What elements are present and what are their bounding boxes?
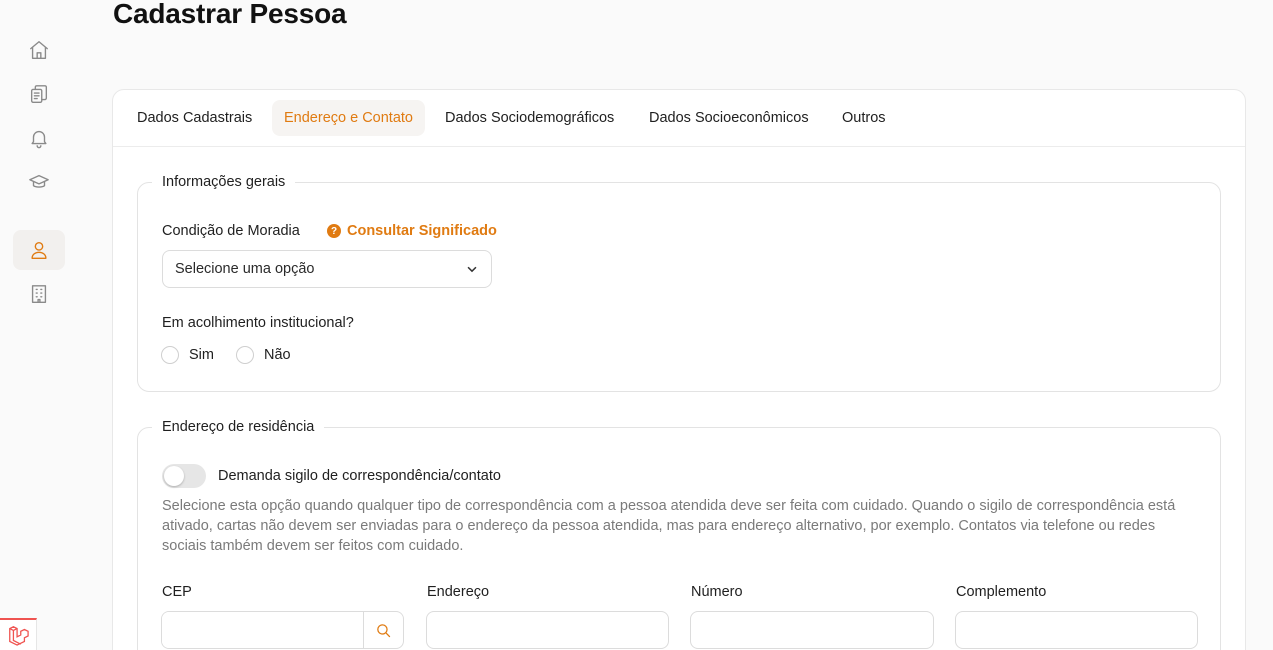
user-icon (31, 241, 47, 259)
housing-condition-select[interactable]: Selecione uma opção (162, 250, 492, 288)
sidebar-item-institutions[interactable] (13, 274, 65, 314)
street-input[interactable] (426, 611, 669, 649)
sidebar-item-documents[interactable] (13, 74, 65, 114)
sidebar (0, 0, 78, 650)
question-icon: ? (327, 224, 341, 238)
form-card: Dados Cadastrais Endereço e Contato Dado… (112, 89, 1246, 650)
confidentiality-description: Selecione esta opção quando qualquer tip… (162, 498, 1176, 554)
sidebar-item-home[interactable] (13, 30, 65, 70)
shelter-no-radio[interactable] (235, 346, 254, 364)
cep-field (161, 611, 404, 649)
shelter-yes-label: Sim (189, 347, 214, 363)
bell-icon (31, 130, 47, 149)
complement-input[interactable] (955, 611, 1198, 649)
sidebar-item-education[interactable] (13, 162, 65, 202)
tab-endereco-contato[interactable]: Endereço e Contato (272, 100, 425, 136)
cep-input[interactable] (162, 612, 363, 648)
page-title: Cadastrar Pessoa (113, 0, 347, 29)
consult-meaning-link[interactable]: ? Consultar Significado (327, 223, 497, 239)
confidentiality-toggle[interactable] (162, 464, 206, 488)
graduation-cap-icon (29, 174, 49, 188)
documents-icon (30, 85, 48, 103)
confidentiality-label: Demanda sigilo de correspondência/contat… (218, 468, 501, 484)
chevron-down-icon (467, 266, 477, 273)
tab-dados-sociodemograficos[interactable]: Dados Sociodemográficos (433, 100, 626, 136)
cep-search-button[interactable] (363, 612, 403, 648)
shelter-no-label: Não (263, 347, 291, 363)
tab-dados-cadastrais[interactable]: Dados Cadastrais (125, 100, 264, 136)
street-label: Endereço (427, 584, 490, 600)
number-label: Número (691, 584, 743, 600)
general-info-legend: Informações gerais (162, 174, 286, 190)
tab-outros[interactable]: Outros (830, 100, 898, 136)
housing-condition-value: Selecione uma opção (175, 261, 315, 277)
building-icon (31, 285, 47, 303)
shelter-radio-group: Sim Não (161, 346, 291, 364)
sidebar-item-notifications[interactable] (13, 118, 65, 158)
toggle-knob (164, 466, 184, 486)
laravel-debug-badge[interactable] (0, 618, 37, 650)
consult-meaning-label: Consultar Significado (347, 223, 497, 239)
residence-address-legend: Endereço de residência (162, 419, 315, 435)
home-icon (30, 41, 48, 59)
cep-label: CEP (162, 584, 192, 600)
shelter-yes-radio[interactable] (161, 346, 179, 364)
search-icon (377, 623, 391, 637)
tab-dados-socioeconomicos[interactable]: Dados Socioeconômicos (637, 100, 821, 136)
complement-label: Complemento (956, 584, 1047, 600)
number-input[interactable] (690, 611, 934, 649)
sidebar-item-people[interactable] (13, 230, 65, 270)
housing-condition-label: Condição de Moradia (162, 223, 300, 239)
shelter-question-label: Em acolhimento institucional? (162, 315, 354, 331)
laravel-icon (9, 626, 29, 646)
tab-bar: Dados Cadastrais Endereço e Contato Dado… (113, 90, 1245, 147)
